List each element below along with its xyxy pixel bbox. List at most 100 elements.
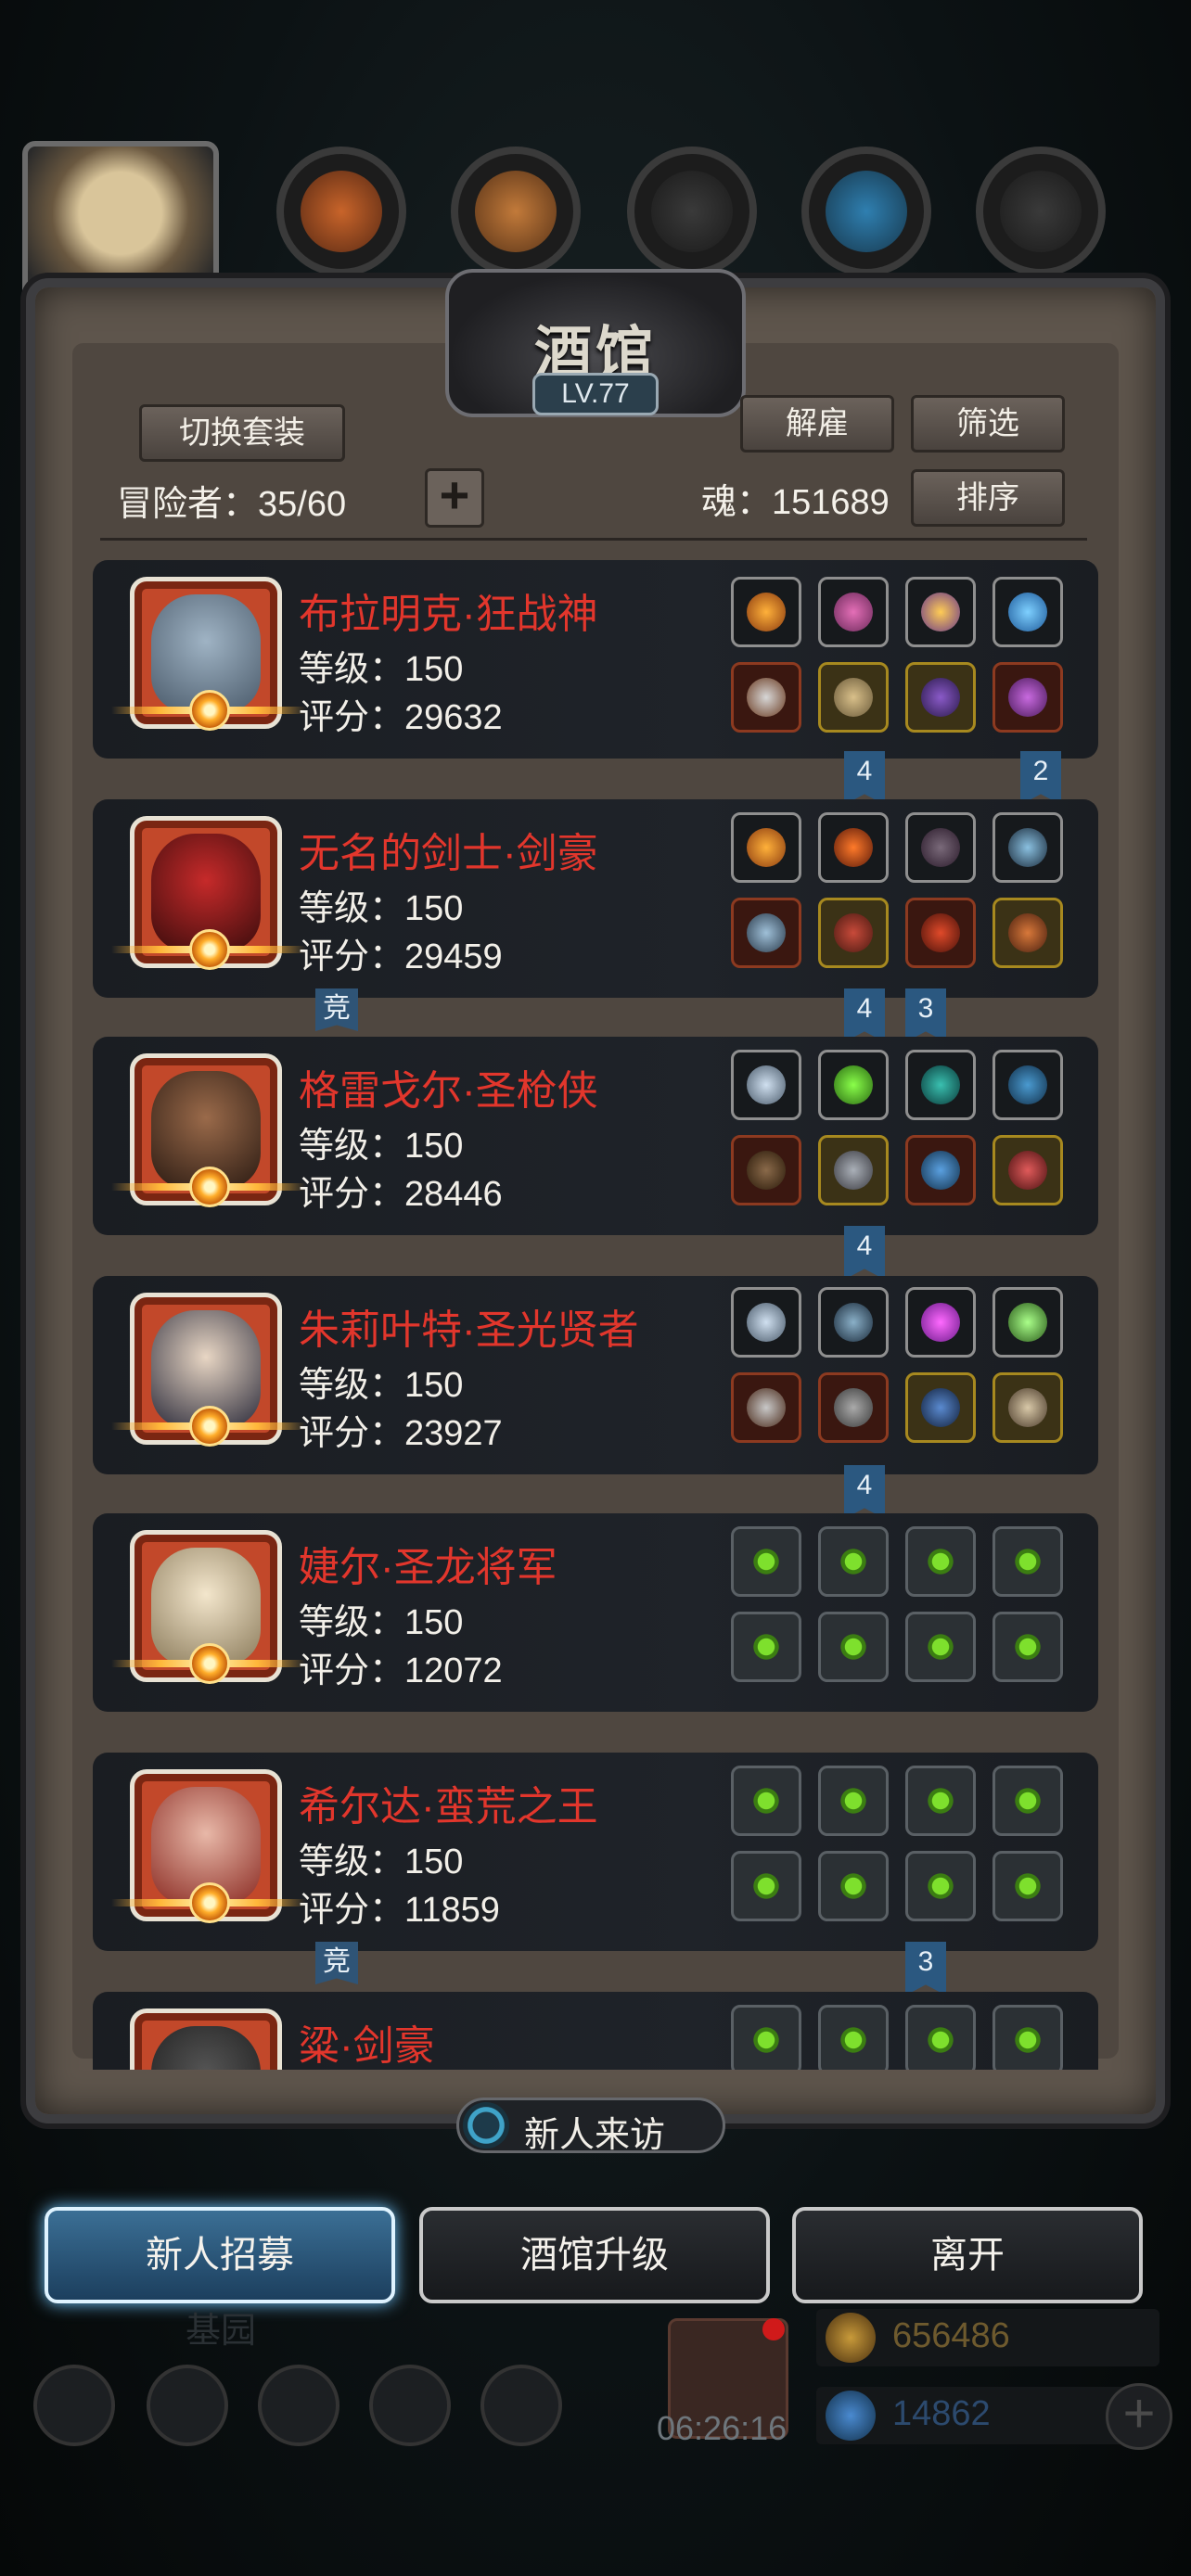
pendant-slot[interactable] bbox=[992, 1135, 1063, 1205]
gem-slot[interactable] bbox=[905, 1287, 976, 1358]
armor-slot[interactable] bbox=[818, 1135, 889, 1205]
axe-slot[interactable] bbox=[731, 662, 801, 733]
empty-slot-add-icon[interactable] bbox=[818, 1851, 889, 1921]
empty-slot-add-icon[interactable] bbox=[731, 1851, 801, 1921]
empty-slot-add-icon[interactable] bbox=[992, 1612, 1063, 1682]
boots-slot[interactable] bbox=[992, 898, 1063, 968]
halo-slot[interactable] bbox=[731, 1287, 801, 1358]
empty-slot-add-icon[interactable] bbox=[992, 1766, 1063, 1836]
halo-slot[interactable] bbox=[731, 1050, 801, 1120]
new-visitor-button[interactable]: 新人来访 bbox=[456, 2098, 725, 2155]
star-badge-icon[interactable] bbox=[147, 2365, 228, 2446]
soul-count: 魂：151689 bbox=[701, 483, 890, 522]
guild-icon[interactable] bbox=[258, 2365, 339, 2446]
hero-card[interactable]: 无名的剑士·剑豪 等级：150 评分：29459 bbox=[93, 799, 1098, 998]
empty-slot-add-icon[interactable] bbox=[992, 1851, 1063, 1921]
empty-slot-add-icon[interactable] bbox=[818, 2005, 889, 2070]
empty-slot-add-icon[interactable] bbox=[905, 2005, 976, 2070]
top-slot-2[interactable] bbox=[451, 147, 581, 276]
map-icon[interactable] bbox=[480, 2365, 562, 2446]
hero-card[interactable]: 婕尔·圣龙将军 等级：150 评分：12072 bbox=[93, 1513, 1098, 1712]
necklace-slot[interactable] bbox=[992, 812, 1063, 883]
gem-icon bbox=[826, 2391, 876, 2441]
robe-slot[interactable] bbox=[818, 662, 889, 733]
shield-slot[interactable] bbox=[905, 662, 976, 733]
add-capacity-button[interactable]: + bbox=[425, 468, 484, 528]
switch-suit-button[interactable]: 切换套装 bbox=[139, 404, 345, 462]
set-tag: 4 bbox=[844, 751, 885, 805]
lantern-slot[interactable] bbox=[905, 577, 976, 647]
lantern-slot[interactable] bbox=[992, 1287, 1063, 1358]
blade-slot[interactable] bbox=[905, 1135, 976, 1205]
hero-level: 等级：150 bbox=[299, 1603, 464, 1642]
horn-slot[interactable] bbox=[992, 662, 1063, 733]
empty-slot-add-icon[interactable] bbox=[731, 1766, 801, 1836]
stone-slot[interactable] bbox=[905, 1050, 976, 1120]
gloves-slot[interactable] bbox=[905, 898, 976, 968]
notification-dot bbox=[762, 2318, 785, 2340]
gold-coin-icon bbox=[826, 2313, 876, 2363]
helmet-slot[interactable] bbox=[731, 812, 801, 883]
hero-name: 婕尔·圣龙将军 bbox=[299, 1545, 557, 1590]
empty-slot-add-icon[interactable] bbox=[992, 1526, 1063, 1597]
rank-star-icon bbox=[189, 929, 230, 970]
hero-card[interactable]: 朱莉叶特·圣光贤者 等级：150 评分：23927 bbox=[93, 1276, 1098, 1474]
empty-slot-add-icon[interactable] bbox=[731, 2005, 801, 2070]
amulet-slot[interactable] bbox=[992, 1050, 1063, 1120]
gauntlet-slot[interactable] bbox=[818, 1287, 889, 1358]
empty-slot-add-icon[interactable] bbox=[992, 2005, 1063, 2070]
empty-slot-add-icon[interactable] bbox=[905, 1851, 976, 1921]
recruit-button[interactable]: 新人招募 bbox=[45, 2207, 395, 2303]
sort-button[interactable]: 排序 bbox=[911, 469, 1065, 527]
empty-slot-add-icon[interactable] bbox=[905, 1526, 976, 1597]
gold-counter: 656486 bbox=[816, 2309, 1159, 2366]
hero-level: 等级：150 bbox=[299, 650, 464, 689]
hero-card[interactable]: 粱·剑豪 bbox=[93, 1992, 1098, 2070]
fire-button[interactable]: 解雇 bbox=[740, 395, 894, 453]
crystal-slot[interactable] bbox=[818, 1050, 889, 1120]
armor-slot[interactable] bbox=[818, 1372, 889, 1443]
staff-slot[interactable] bbox=[905, 1372, 976, 1443]
pistol-slot[interactable] bbox=[731, 1135, 801, 1205]
amulet-slot[interactable] bbox=[992, 1372, 1063, 1443]
rank-star-icon bbox=[189, 1406, 230, 1447]
hero-list[interactable]: 布拉明克·狂战神 等级：150 评分：29632 4 2 无名的剑士·剑豪 等级… bbox=[93, 556, 1098, 2070]
hero-card[interactable]: 希尔达·蛮荒之王 等级：150 评分：11859 bbox=[93, 1753, 1098, 1951]
hero-name: 粱·剑豪 bbox=[299, 2023, 435, 2069]
top-slot-1[interactable] bbox=[276, 147, 406, 276]
empty-slot-add-icon[interactable] bbox=[731, 1612, 801, 1682]
flame-slot[interactable] bbox=[818, 812, 889, 883]
set-tag: 3 bbox=[905, 1942, 946, 1996]
hero-level: 等级：150 bbox=[299, 1843, 464, 1881]
empty-slot-add-icon[interactable] bbox=[818, 1766, 889, 1836]
hammer-slot[interactable] bbox=[731, 1372, 801, 1443]
feather-slot[interactable] bbox=[905, 812, 976, 883]
top-slot-3[interactable] bbox=[627, 147, 757, 276]
helmet-slot[interactable] bbox=[731, 577, 801, 647]
header-divider bbox=[100, 538, 1087, 541]
rank-star-icon bbox=[189, 1643, 230, 1684]
filter-button[interactable]: 筛选 bbox=[911, 395, 1065, 453]
egg-slot[interactable] bbox=[992, 577, 1063, 647]
gem-slot[interactable] bbox=[818, 577, 889, 647]
rank-star-icon bbox=[189, 690, 230, 731]
hero-portrait[interactable] bbox=[130, 2009, 282, 2070]
upgrade-tavern-button[interactable]: 酒馆升级 bbox=[419, 2207, 770, 2303]
hero-name: 格雷戈尔·圣枪侠 bbox=[299, 1068, 598, 1114]
hero-card[interactable]: 格雷戈尔·圣枪侠 等级：150 评分：28446 bbox=[93, 1037, 1098, 1235]
hero-card[interactable]: 布拉明克·狂战神 等级：150 评分：29632 bbox=[93, 560, 1098, 759]
armor-slot[interactable] bbox=[818, 898, 889, 968]
sword-slot[interactable] bbox=[731, 898, 801, 968]
hero-score: 评分：23927 bbox=[299, 1414, 503, 1453]
empty-slot-add-icon[interactable] bbox=[731, 1526, 801, 1597]
empty-slot-add-icon[interactable] bbox=[905, 1612, 976, 1682]
gear-icon[interactable] bbox=[33, 2365, 115, 2446]
empty-slot-add-icon[interactable] bbox=[818, 1612, 889, 1682]
top-slot-4[interactable] bbox=[801, 147, 931, 276]
add-currency-button[interactable]: + bbox=[1106, 2383, 1172, 2450]
empty-slot-add-icon[interactable] bbox=[818, 1526, 889, 1597]
top-slot-5[interactable] bbox=[976, 147, 1106, 276]
leave-button[interactable]: 离开 bbox=[792, 2207, 1143, 2303]
mail-icon[interactable] bbox=[369, 2365, 451, 2446]
empty-slot-add-icon[interactable] bbox=[905, 1766, 976, 1836]
